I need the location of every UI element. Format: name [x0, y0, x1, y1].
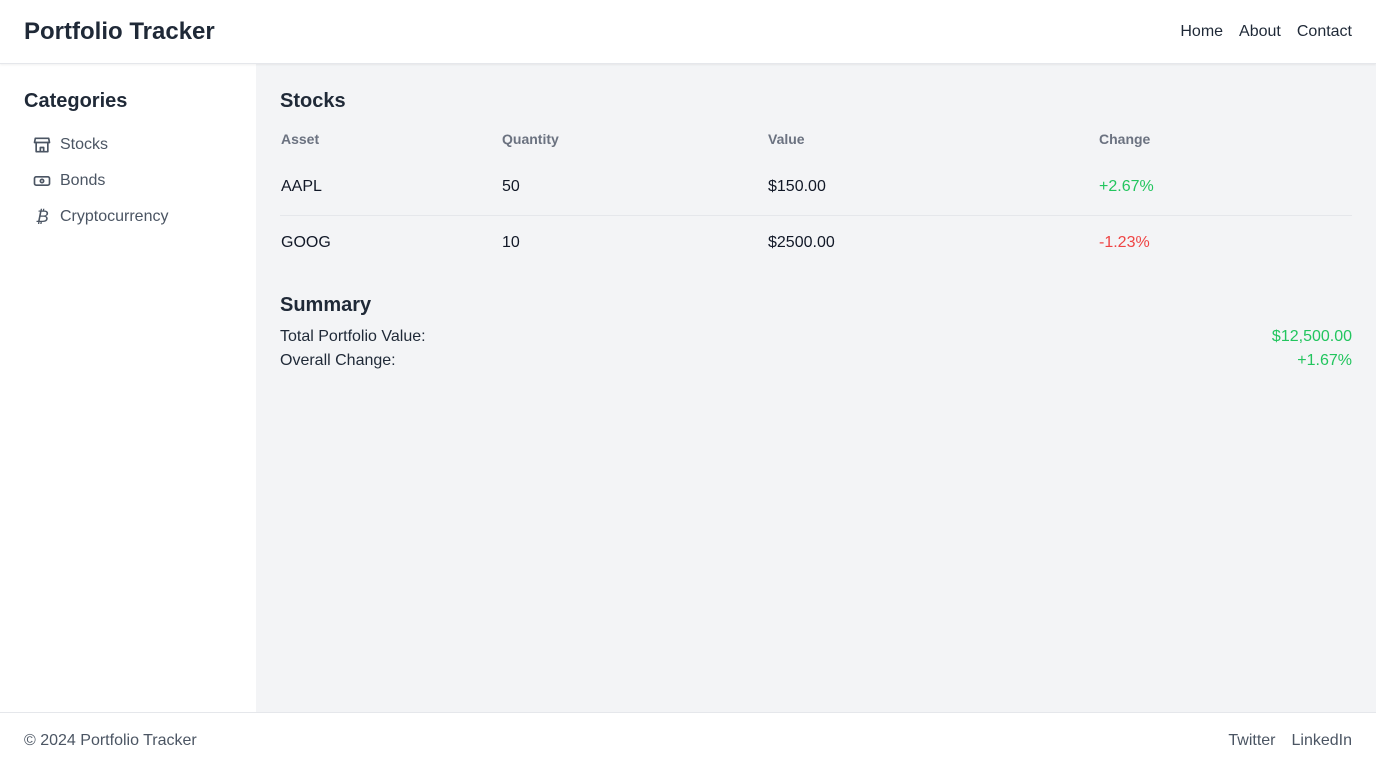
table-header-row: Asset Quantity Value Change — [280, 125, 1352, 159]
change-cell: -1.23% — [1099, 234, 1150, 252]
footer: © 2024 Portfolio Tracker Twitter LinkedI… — [0, 712, 1376, 768]
summary-total-row: Total Portfolio Value: $12,500.00 — [280, 325, 1352, 349]
sidebar-title: Categories — [24, 90, 128, 112]
nav-contact-link[interactable]: Contact — [1297, 23, 1352, 41]
section-title: Stocks — [280, 90, 346, 112]
value-cell: $150.00 — [767, 159, 1098, 216]
column-header-asset: Asset — [281, 131, 320, 147]
nav-home-link[interactable]: Home — [1180, 23, 1223, 41]
main-content: Stocks Asset Quantity Value Change AAPL … — [256, 64, 1376, 712]
sidebar-item-label: Stocks — [60, 136, 109, 153]
sidebar: Categories Stocks Bonds ₿ Cryptocurrency — [0, 64, 256, 712]
quantity-cell: 10 — [502, 234, 520, 252]
total-value-label: Total Portfolio Value: — [280, 328, 426, 345]
asset-cell: GOOG — [281, 234, 331, 252]
nav-about-link[interactable]: About — [1239, 23, 1281, 41]
top-nav: Home About Contact — [1180, 23, 1352, 41]
app-title: Portfolio Tracker — [24, 17, 215, 45]
top-header: Portfolio Tracker Home About Contact — [0, 0, 1376, 64]
sidebar-item-bonds[interactable]: Bonds — [24, 163, 232, 199]
quantity-cell: 50 — [501, 159, 767, 216]
change-cell: +2.67% — [1098, 159, 1352, 216]
twitter-link[interactable]: Twitter — [1228, 732, 1275, 750]
linkedin-link[interactable]: LinkedIn — [1292, 732, 1353, 750]
store-icon — [32, 135, 52, 155]
table-row: AAPL 50 $150.00 +2.67% — [280, 159, 1352, 216]
asset-cell: AAPL — [280, 159, 501, 216]
column-header-change: Change — [1099, 131, 1151, 147]
sidebar-item-label: Cryptocurrency — [60, 208, 169, 225]
total-value: $12,500.00 — [1271, 328, 1352, 345]
category-list: Stocks Bonds ₿ Cryptocurrency — [24, 127, 232, 235]
social-links: Twitter LinkedIn — [1228, 732, 1352, 750]
copyright-text: © 2024 Portfolio Tracker — [24, 731, 197, 749]
table-row: GOOG 10 $2500.00 -1.23% — [280, 215, 1352, 271]
value-cell: $2500.00 — [768, 234, 835, 252]
sidebar-item-cryptocurrency[interactable]: ₿ Cryptocurrency — [24, 199, 232, 235]
column-header-value: Value — [768, 131, 805, 147]
bitcoin-icon: ₿ — [35, 206, 49, 227]
overall-change-value: +1.67% — [1297, 352, 1352, 369]
summary-title: Summary — [280, 294, 372, 316]
banknote-icon — [32, 171, 52, 191]
holdings-table: Asset Quantity Value Change AAPL 50 $150… — [280, 125, 1352, 271]
sidebar-item-stocks[interactable]: Stocks — [24, 127, 232, 163]
summary-change-row: Overall Change: +1.67% — [280, 349, 1352, 373]
overall-change-label: Overall Change: — [280, 352, 396, 369]
column-header-quantity: Quantity — [502, 131, 559, 147]
sidebar-item-label: Bonds — [60, 172, 106, 189]
